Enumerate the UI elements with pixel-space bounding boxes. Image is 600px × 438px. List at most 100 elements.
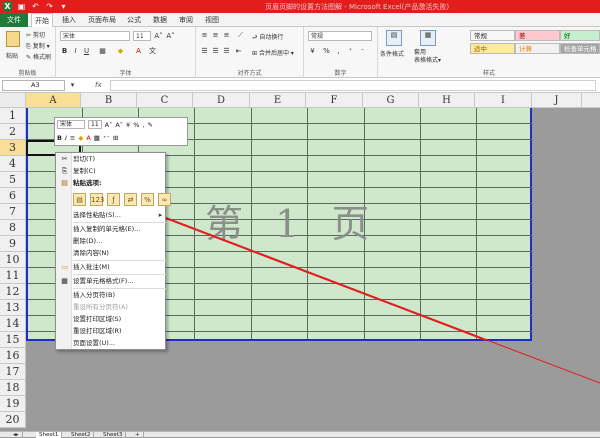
conditional-format-icon[interactable]: ▤ — [386, 30, 402, 46]
tab-view[interactable]: 视图 — [201, 13, 223, 27]
tab-data[interactable]: 数据 — [149, 13, 171, 27]
namebox-dropdown-icon[interactable]: ▾ — [68, 81, 77, 90]
row-header[interactable]: 13 — [0, 300, 26, 316]
row-header[interactable]: 18 — [0, 380, 26, 396]
align-center-icon[interactable]: ☰ — [211, 47, 220, 56]
row-header[interactable]: 3 — [0, 140, 26, 156]
save-icon[interactable]: ▣ — [17, 2, 26, 11]
row-header[interactable]: 11 — [0, 268, 26, 284]
column-header[interactable]: J — [532, 93, 582, 108]
tab-page-layout[interactable]: 页面布局 — [84, 13, 120, 27]
mini-merge-icon[interactable]: ⊞ — [113, 134, 118, 142]
formula-input[interactable] — [110, 80, 596, 91]
currency-icon[interactable]: ¥ — [308, 47, 317, 56]
paste-icon[interactable] — [6, 31, 20, 47]
font-name-select[interactable]: 宋体 — [60, 31, 130, 41]
mini-font-select[interactable]: 宋体 — [57, 120, 85, 129]
menu-item-delete[interactable]: 删除(D)... — [73, 236, 102, 247]
sheet-tab[interactable]: Sheet2 — [68, 432, 95, 438]
redo-icon[interactable]: ↷ — [45, 2, 54, 11]
row-header[interactable]: 6 — [0, 188, 26, 204]
menu-item-set-print-area[interactable]: 设置打印区域(S) — [73, 314, 121, 325]
menu-item-page-setup[interactable]: 页面设置(U)... — [73, 338, 115, 349]
row-header[interactable]: 5 — [0, 172, 26, 188]
paste-link-icon[interactable]: ∞ — [158, 193, 171, 206]
row-header[interactable]: 2 — [0, 124, 26, 140]
align-left-icon[interactable]: ☰ — [200, 47, 209, 56]
mini-decimal-icon[interactable]: ⁺⁻ — [103, 134, 110, 142]
row-header[interactable]: 14 — [0, 316, 26, 332]
menu-item-paste-special[interactable]: 选择性粘贴(S)... — [73, 210, 121, 221]
conditional-format-button[interactable]: 条件格式 — [380, 49, 404, 58]
paste-button[interactable]: 粘贴 — [6, 51, 18, 60]
row-header[interactable]: 10 — [0, 252, 26, 268]
column-header[interactable]: A — [26, 93, 81, 108]
mini-comma-icon[interactable]: , — [142, 121, 144, 129]
column-header[interactable]: F — [306, 93, 363, 108]
row-header[interactable]: 17 — [0, 364, 26, 380]
mini-align-icon[interactable]: ≡ — [70, 134, 75, 142]
paste-formulas-icon[interactable]: ƒ — [107, 193, 120, 206]
column-header[interactable]: G — [363, 93, 419, 108]
style-neutral[interactable]: 适中 — [470, 43, 515, 54]
tab-review[interactable]: 审阅 — [175, 13, 197, 27]
menu-item-cut[interactable]: 剪切(T) — [73, 154, 95, 165]
paste-transpose-icon[interactable]: ⇄ — [124, 193, 137, 206]
mini-format-painter-icon[interactable]: ✎ — [147, 121, 152, 129]
format-as-table-button[interactable]: 套用 表格格式▾ — [414, 49, 441, 65]
style-good[interactable]: 好 — [560, 30, 600, 41]
new-sheet-icon[interactable]: + — [132, 432, 144, 438]
mini-percent-icon[interactable]: % — [133, 121, 139, 129]
menu-item-format-cells[interactable]: 设置单元格格式(F)... — [73, 276, 134, 287]
menu-item-copy[interactable]: 复制(C) — [73, 166, 96, 177]
comma-icon[interactable]: , — [334, 47, 343, 56]
align-right-icon[interactable]: ☰ — [222, 47, 231, 56]
menu-item-reset-print-area[interactable]: 重设打印区域(R) — [73, 326, 122, 337]
copy-button[interactable]: ⎘ 复制 ▾ — [26, 41, 50, 51]
customize-toolbar-icon[interactable]: ▾ — [59, 2, 68, 11]
select-all-corner[interactable] — [0, 93, 26, 108]
column-header[interactable]: I — [475, 93, 532, 108]
style-calculation[interactable]: 计算 — [515, 43, 560, 54]
row-header[interactable]: 19 — [0, 396, 26, 412]
row-header[interactable]: 1 — [0, 108, 26, 124]
tab-file[interactable]: 文件 — [0, 13, 28, 27]
row-header[interactable]: 4 — [0, 156, 26, 172]
border-icon[interactable]: ▦ — [98, 47, 107, 56]
grow-font-icon[interactable]: A˄ — [154, 32, 163, 41]
wrap-text-button[interactable]: ⮐ 自动换行 — [252, 32, 283, 43]
percent-icon[interactable]: % — [322, 47, 331, 56]
column-header[interactable]: C — [137, 93, 193, 108]
row-header[interactable]: 9 — [0, 236, 26, 252]
shrink-font-icon[interactable]: A˅ — [166, 32, 175, 41]
fill-color-icon[interactable]: ◆ — [116, 47, 125, 56]
mini-grow-font-icon[interactable]: A˄ — [105, 121, 113, 129]
column-header[interactable]: H — [419, 93, 475, 108]
mini-size-select[interactable]: 11 — [88, 120, 102, 129]
tab-home[interactable]: 开始 — [31, 13, 53, 27]
undo-icon[interactable]: ↶ — [31, 2, 40, 11]
menu-item-clear-contents[interactable]: 清除内容(N) — [73, 248, 109, 259]
column-header[interactable]: D — [193, 93, 250, 108]
style-normal[interactable]: 常规 — [470, 30, 515, 41]
decrease-indent-icon[interactable]: ⇤ — [234, 47, 243, 56]
decrease-decimal-icon[interactable]: ⁻ — [358, 47, 367, 56]
bold-icon[interactable]: B — [60, 47, 69, 56]
row-header[interactable]: 7 — [0, 204, 26, 220]
format-painter-button[interactable]: ✎ 格式刷 — [26, 52, 51, 61]
font-size-select[interactable]: 11 — [133, 31, 151, 41]
align-middle-icon[interactable]: ≡ — [211, 31, 220, 40]
row-header[interactable]: 8 — [0, 220, 26, 236]
mini-italic-icon[interactable]: I — [65, 134, 67, 142]
tab-insert[interactable]: 插入 — [58, 13, 80, 27]
menu-item-insert-page-break[interactable]: 插入分页符(B) — [73, 290, 115, 301]
mini-bold-icon[interactable]: B — [57, 134, 62, 142]
font-color-icon[interactable]: A — [134, 47, 143, 56]
format-table-icon[interactable]: ▦ — [420, 30, 436, 46]
cut-button[interactable]: ✂ 剪切 — [26, 30, 45, 39]
sheet-tab[interactable]: Sheet1 — [36, 432, 63, 438]
style-check-cell[interactable]: 检查单元格 — [560, 43, 600, 54]
row-header[interactable]: 16 — [0, 348, 26, 364]
mini-shrink-font-icon[interactable]: A˅ — [115, 121, 123, 129]
menu-item-insert-copied-cells[interactable]: 插入复制的单元格(E)... — [73, 224, 140, 235]
